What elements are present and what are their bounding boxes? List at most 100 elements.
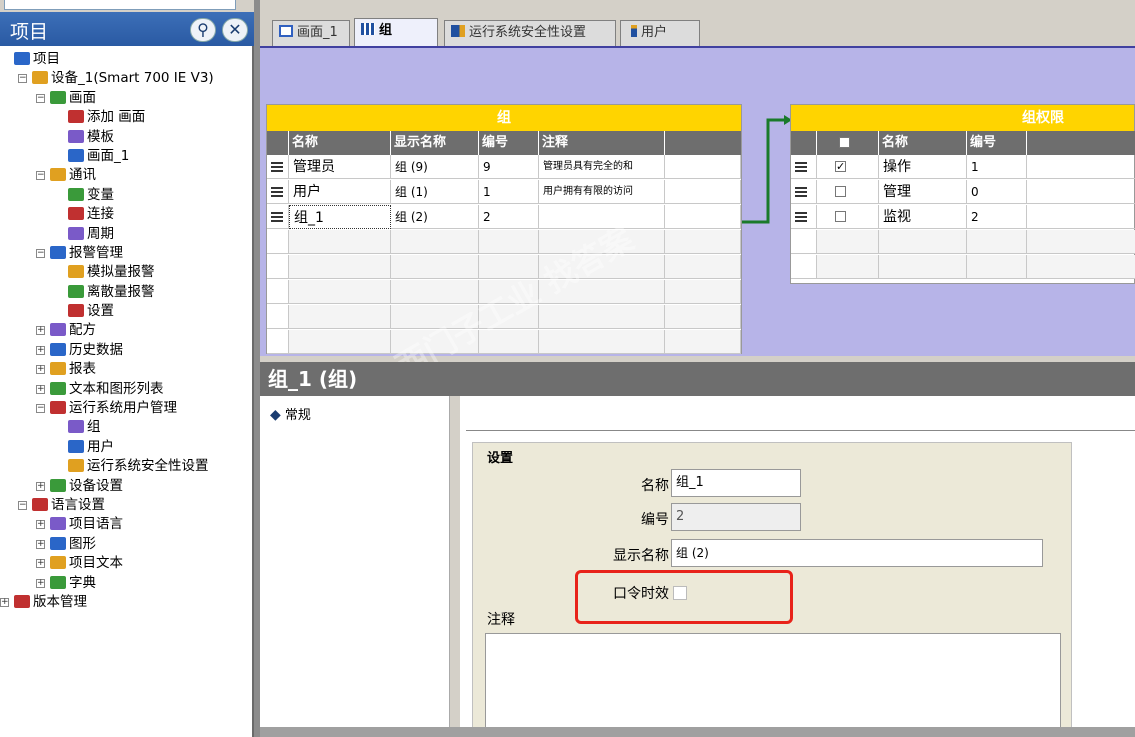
- table-cell[interactable]: 监视: [879, 205, 967, 229]
- empty-cell[interactable]: [289, 280, 391, 304]
- tree-item[interactable]: + 项目语言: [0, 515, 254, 534]
- comment-field[interactable]: [485, 633, 1061, 737]
- empty-cell[interactable]: [1027, 230, 1135, 254]
- table-cell[interactable]: 1: [967, 155, 1027, 179]
- row-header[interactable]: [267, 280, 289, 304]
- number-field[interactable]: 2: [671, 503, 801, 531]
- row-header[interactable]: [791, 230, 817, 254]
- tree-item[interactable]: + 字典: [0, 574, 254, 593]
- empty-cell[interactable]: [539, 330, 665, 354]
- tree-item[interactable]: + 设备设置: [0, 477, 254, 496]
- row-header[interactable]: [791, 155, 817, 179]
- empty-cell[interactable]: [665, 255, 741, 279]
- table-cell[interactable]: 操作: [879, 155, 967, 179]
- empty-cell[interactable]: [289, 255, 391, 279]
- expand-toggle-icon[interactable]: −: [36, 248, 45, 258]
- tree-item[interactable]: + 项目文本: [0, 554, 254, 573]
- empty-cell[interactable]: [391, 255, 479, 279]
- table-cell[interactable]: [665, 155, 741, 179]
- empty-cell[interactable]: [665, 305, 741, 329]
- tree-item[interactable]: 用户: [0, 438, 254, 457]
- empty-cell[interactable]: [817, 255, 879, 279]
- expand-toggle-icon[interactable]: −: [36, 93, 45, 103]
- tree-item[interactable]: − 通讯: [0, 166, 254, 185]
- table-cell[interactable]: 用户: [289, 180, 391, 204]
- expand-toggle-icon[interactable]: +: [36, 559, 45, 569]
- expand-toggle-icon[interactable]: +: [36, 481, 45, 491]
- tree-item[interactable]: − 设备_1(Smart 700 IE V3): [0, 69, 254, 88]
- table-cell[interactable]: [665, 205, 741, 229]
- table-cell[interactable]: 组 (9): [391, 155, 479, 179]
- table-cell[interactable]: ✓: [817, 155, 879, 179]
- table-cell[interactable]: [1027, 180, 1135, 204]
- table-cell[interactable]: 1: [479, 180, 539, 204]
- row-header[interactable]: [267, 155, 289, 179]
- tree-item[interactable]: − 报警管理: [0, 244, 254, 263]
- expand-toggle-icon[interactable]: −: [36, 171, 45, 181]
- tab-groups[interactable]: 组: [354, 18, 438, 46]
- empty-cell[interactable]: [289, 330, 391, 354]
- expand-toggle-icon[interactable]: +: [36, 365, 45, 375]
- empty-cell[interactable]: [879, 230, 967, 254]
- empty-cell[interactable]: [665, 330, 741, 354]
- expand-toggle-icon[interactable]: +: [36, 326, 45, 336]
- col-perm-number[interactable]: 编号: [967, 131, 1027, 155]
- empty-cell[interactable]: [967, 230, 1027, 254]
- col-select[interactable]: [817, 131, 879, 155]
- table-cell[interactable]: 0: [967, 180, 1027, 204]
- empty-cell[interactable]: [665, 230, 741, 254]
- row-header[interactable]: [267, 180, 289, 204]
- col-perm-name[interactable]: 名称: [879, 131, 967, 155]
- expand-toggle-icon[interactable]: +: [36, 384, 45, 394]
- tab-security-settings[interactable]: 运行系统安全性设置: [444, 20, 616, 46]
- tree-item[interactable]: 设置: [0, 302, 254, 321]
- empty-cell[interactable]: [879, 255, 967, 279]
- table-cell[interactable]: 组 (2): [391, 205, 479, 229]
- empty-cell[interactable]: [665, 280, 741, 304]
- table-cell[interactable]: 组 (1): [391, 180, 479, 204]
- col-number[interactable]: 编号: [479, 131, 539, 155]
- expand-toggle-icon[interactable]: −: [18, 74, 27, 84]
- tree-item[interactable]: + 历史数据: [0, 341, 254, 360]
- nav-item-general[interactable]: ◆ 常规: [270, 404, 311, 423]
- col-display-name[interactable]: 显示名称: [391, 131, 479, 155]
- tree-item[interactable]: 添加 画面: [0, 108, 254, 127]
- close-icon[interactable]: ✕: [222, 18, 248, 42]
- tab-screen-1[interactable]: 画面_1: [272, 20, 350, 46]
- col-name[interactable]: 名称: [289, 131, 391, 155]
- expand-toggle-icon[interactable]: +: [0, 597, 9, 607]
- empty-cell[interactable]: [967, 255, 1027, 279]
- expand-toggle-icon[interactable]: −: [18, 500, 27, 510]
- row-header[interactable]: [267, 305, 289, 329]
- tree-item[interactable]: 模板: [0, 128, 254, 147]
- table-cell[interactable]: 组_1: [289, 205, 391, 229]
- tree-item[interactable]: − 运行系统用户管理: [0, 399, 254, 418]
- table-cell[interactable]: [817, 205, 879, 229]
- row-header[interactable]: [267, 255, 289, 279]
- row-header[interactable]: [267, 330, 289, 354]
- empty-cell[interactable]: [1027, 255, 1135, 279]
- table-cell[interactable]: 管理员具有完全的和: [539, 155, 665, 179]
- empty-cell[interactable]: [289, 305, 391, 329]
- tree-item[interactable]: + 版本管理: [0, 593, 254, 612]
- expand-toggle-icon[interactable]: +: [36, 520, 45, 530]
- table-cell[interactable]: [817, 180, 879, 204]
- permission-checkbox[interactable]: [835, 186, 846, 197]
- tree-item[interactable]: 变量: [0, 186, 254, 205]
- tree-item[interactable]: + 报表: [0, 360, 254, 379]
- expand-toggle-icon[interactable]: −: [36, 404, 45, 414]
- top-input[interactable]: [4, 0, 236, 10]
- table-cell[interactable]: 2: [967, 205, 1027, 229]
- empty-cell[interactable]: [539, 305, 665, 329]
- table-cell[interactable]: 管理员: [289, 155, 391, 179]
- row-header[interactable]: [791, 205, 817, 229]
- col-comment[interactable]: 注释: [539, 131, 665, 155]
- row-header[interactable]: [791, 255, 817, 279]
- table-cell[interactable]: 管理: [879, 180, 967, 204]
- tree-item[interactable]: 画面_1: [0, 147, 254, 166]
- tree-item[interactable]: + 配方: [0, 321, 254, 340]
- table-cell[interactable]: 用户拥有有限的访问: [539, 180, 665, 204]
- tree-item[interactable]: 项目: [0, 50, 254, 69]
- table-cell[interactable]: [665, 180, 741, 204]
- empty-cell[interactable]: [479, 230, 539, 254]
